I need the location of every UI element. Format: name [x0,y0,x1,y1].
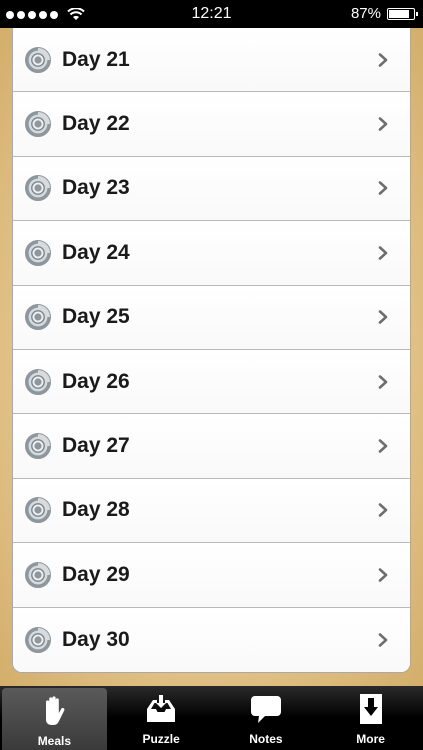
target-icon [25,497,51,524]
target-icon [25,626,51,653]
list-item-day[interactable]: Day 27 [13,414,410,479]
list-item-label: Day 28 [62,498,130,522]
list-item-label: Day 23 [62,176,130,200]
battery-percent: 87% [350,5,381,22]
list-item-label: Day 22 [62,112,130,136]
list-item-day[interactable]: Day 29 [13,543,410,608]
target-icon [25,561,51,588]
list-item-label: Day 30 [62,627,130,651]
list-item-label: Day 27 [62,434,130,458]
tab-more[interactable]: More [318,686,423,750]
battery-icon [387,7,418,20]
battery-indicator: 87% [350,5,418,22]
list-item-day[interactable]: Day 30 [13,607,410,672]
chevron-right-icon [378,310,388,325]
tab-label: Notes [249,732,283,746]
hand-icon [37,694,71,734]
chevron-right-icon [378,439,388,453]
chevron-right-icon [378,568,388,582]
list-item-day[interactable]: Day 26 [13,349,410,415]
list-item-label: Day 29 [62,562,130,586]
download-arrow-icon [354,692,388,732]
chevron-right-icon [378,181,388,196]
list-item-day[interactable]: Day 22 [13,92,410,157]
chevron-right-icon [378,632,388,647]
tab-label: More [356,732,385,746]
list-item-label: Day 25 [62,305,130,329]
chevron-right-icon [378,117,388,131]
tab-notes[interactable]: Notes [214,686,319,750]
chevron-right-icon [378,503,388,518]
tab-label: Meals [37,734,72,748]
list-item-label: Day 24 [62,240,130,264]
target-icon [25,368,51,395]
speech-bubble-icon [249,692,283,732]
tab-puzzle[interactable]: Puzzle [109,686,214,750]
tab-meals[interactable]: Meals [2,688,107,750]
target-icon [25,239,51,266]
battery-fill [389,9,409,18]
day-list: Day 21 Day 22 Day 23 Day 24 Day 25 Day 2… [12,28,411,673]
chevron-right-icon [378,52,388,67]
list-item-day[interactable]: Day 25 [13,285,410,350]
chevron-right-icon [378,246,388,260]
list-item-day[interactable]: Day 24 [13,221,410,286]
list-item-day[interactable]: Day 28 [13,478,410,544]
target-icon [25,111,51,138]
tab-label: Puzzle [142,732,180,746]
list-item-label: Day 26 [62,369,130,393]
status-bar: 12:21 87% [0,0,423,28]
list-item-label: Day 21 [62,47,130,71]
target-icon [25,175,51,202]
list-item-day[interactable]: Day 23 [13,156,410,222]
list-item-day[interactable]: Day 21 [13,28,410,93]
content-area: Day 21 Day 22 Day 23 Day 24 Day 25 Day 2… [0,28,423,686]
target-icon [25,46,51,73]
tab-bar: Meals Puzzle Notes More [0,686,423,750]
target-icon [25,304,51,331]
chevron-right-icon [378,374,388,389]
inbox-download-icon [144,692,178,732]
target-icon [25,433,51,460]
